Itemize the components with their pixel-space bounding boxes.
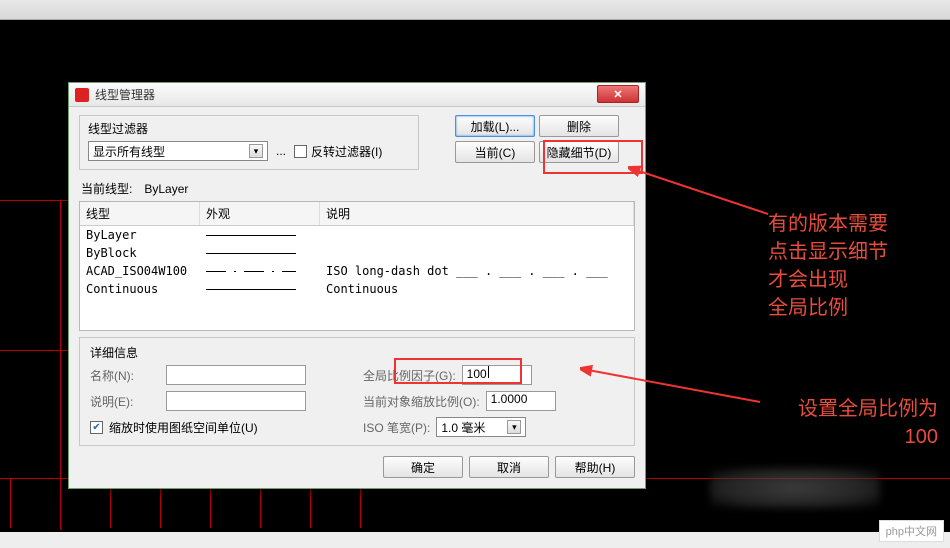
use-paper-units-label: 缩放时使用图纸空间单位(U) xyxy=(109,419,258,436)
global-scale-input[interactable]: 100 xyxy=(462,365,532,385)
list-row[interactable]: ByBlock xyxy=(80,244,634,262)
desc-label: 说明(E): xyxy=(90,393,160,410)
bottom-strip xyxy=(0,532,950,548)
details-groupbox: 详细信息 名称(N): 全局比例因子(G): 100 说明(E): 当前对象缩放… xyxy=(79,337,635,446)
global-scale-label: 全局比例因子(G): xyxy=(363,367,456,384)
checkbox-icon: ✔ xyxy=(90,421,103,434)
name-field-row: 名称(N): xyxy=(90,365,351,385)
checkbox-icon xyxy=(294,145,307,158)
header-appearance[interactable]: 外观 xyxy=(200,202,320,225)
bg-line xyxy=(10,478,11,528)
hide-detail-button[interactable]: 隐藏细节(D) xyxy=(539,141,619,163)
current-linetype-row: 当前线型: ByLayer xyxy=(81,180,635,197)
object-scale-row: 当前对象缩放比例(O): 1.0000 xyxy=(363,391,624,411)
list-row[interactable]: Continuous Continuous xyxy=(80,280,634,298)
header-description[interactable]: 说明 xyxy=(320,202,634,225)
filter-combobox[interactable]: 显示所有线型 ▾ xyxy=(88,141,268,161)
annotation-text-top: 有的版本需要 点击显示细节 才会出现 全局比例 xyxy=(768,210,888,322)
iso-pen-combobox[interactable]: 1.0 毫米 ▾ xyxy=(436,417,526,437)
list-row[interactable]: ByLayer xyxy=(80,226,634,244)
close-button[interactable]: ✕ xyxy=(597,85,639,103)
filter-groupbox: 线型过滤器 显示所有线型 ▾ ... 反转过滤器(I) xyxy=(79,115,419,170)
annotation-text-bottom: 设置全局比例为 100 xyxy=(758,395,938,451)
desc-field-row: 说明(E): xyxy=(90,391,351,411)
load-button[interactable]: 加载(L)... xyxy=(455,115,535,137)
text-cursor-icon xyxy=(488,366,489,378)
current-linetype-value: ByLayer xyxy=(144,182,188,196)
current-linetype-label: 当前线型: xyxy=(81,180,132,197)
name-label: 名称(N): xyxy=(90,367,160,384)
details-legend: 详细信息 xyxy=(90,344,624,361)
dialog-titlebar[interactable]: 线型管理器 ✕ xyxy=(69,83,645,107)
help-button[interactable]: 帮助(H) xyxy=(555,456,635,478)
iso-pen-row: ISO 笔宽(P): 1.0 毫米 ▾ xyxy=(363,417,624,437)
app-top-bar xyxy=(0,0,950,20)
close-icon: ✕ xyxy=(613,88,622,101)
invert-filter-label: 反转过滤器(I) xyxy=(311,143,382,160)
bg-line xyxy=(60,200,61,530)
line-preview-icon xyxy=(206,253,296,254)
use-paper-units-row[interactable]: ✔ 缩放时使用图纸空间单位(U) xyxy=(90,419,351,436)
line-preview-icon xyxy=(206,289,296,290)
ellipsis-button[interactable]: ... xyxy=(276,144,286,158)
invert-filter-checkbox[interactable]: 反转过滤器(I) xyxy=(294,143,382,160)
object-scale-input[interactable]: 1.0000 xyxy=(486,391,556,411)
cancel-button[interactable]: 取消 xyxy=(469,456,549,478)
name-input[interactable] xyxy=(166,365,306,385)
desc-input[interactable] xyxy=(166,391,306,411)
dialog-bottom-buttons: 确定 取消 帮助(H) xyxy=(79,456,635,478)
filter-combobox-value: 显示所有线型 xyxy=(93,143,165,160)
line-preview-icon xyxy=(206,235,296,236)
iso-pen-label: ISO 笔宽(P): xyxy=(363,419,430,436)
list-row[interactable]: ACAD_ISO04W100 ISO long-dash dot ___ . _… xyxy=(80,262,634,280)
chevron-down-icon: ▾ xyxy=(249,144,263,158)
list-header: 线型 外观 说明 xyxy=(80,202,634,226)
linetype-list[interactable]: 线型 外观 说明 ByLayer ByBlock ACAD_ISO04W100 … xyxy=(79,201,635,331)
dialog-title: 线型管理器 xyxy=(95,86,155,103)
dashed-line-preview-icon xyxy=(206,271,296,272)
linetype-manager-dialog: 线型管理器 ✕ 线型过滤器 显示所有线型 ▾ ... 反转过滤器(I) xyxy=(68,82,646,489)
header-linetype[interactable]: 线型 xyxy=(80,202,200,225)
app-icon xyxy=(75,88,89,102)
chevron-down-icon: ▾ xyxy=(507,420,521,434)
ok-button[interactable]: 确定 xyxy=(383,456,463,478)
object-scale-label: 当前对象缩放比例(O): xyxy=(363,393,480,410)
arrow-icon xyxy=(628,164,788,224)
global-scale-row: 全局比例因子(G): 100 xyxy=(363,365,624,385)
filter-legend: 线型过滤器 xyxy=(88,120,410,137)
decorative-smudge xyxy=(710,468,880,508)
top-button-group: 加载(L)... 删除 当前(C) 隐藏细节(D) xyxy=(429,115,619,163)
watermark: php中文网 xyxy=(879,520,944,542)
current-button[interactable]: 当前(C) xyxy=(455,141,535,163)
delete-button[interactable]: 删除 xyxy=(539,115,619,137)
